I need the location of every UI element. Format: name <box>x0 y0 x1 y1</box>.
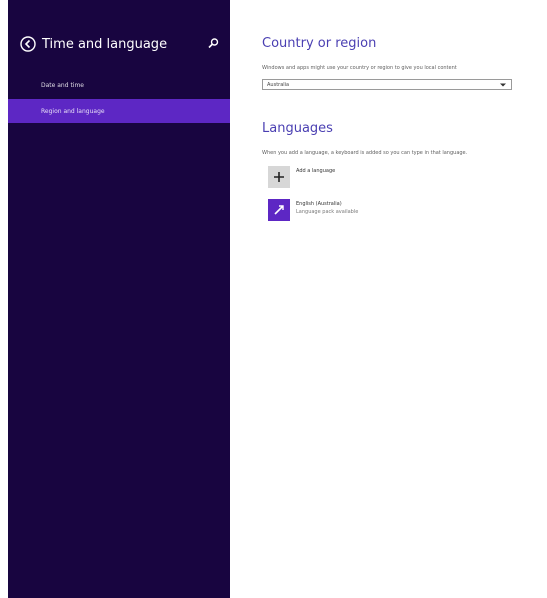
sidebar-item-label: Date and time <box>41 81 84 89</box>
chevron-down-icon <box>499 81 507 89</box>
plus-icon <box>268 166 290 188</box>
country-select-value: Australia <box>267 81 290 88</box>
language-name: English (Australia) <box>296 201 342 207</box>
settings-window: Time and language Date and time Region a… <box>0 0 547 598</box>
language-status: Language pack available <box>296 209 359 215</box>
search-icon[interactable] <box>206 36 220 50</box>
sidebar-item-label: Region and language <box>41 107 105 115</box>
country-region-description: Windows and apps might use your country … <box>262 65 457 71</box>
country-select[interactable]: Australia <box>262 79 512 90</box>
sidebar-item-date-and-time[interactable]: Date and time <box>8 73 230 97</box>
language-item-text: English (Australia) Language pack availa… <box>296 201 358 215</box>
add-language-text: Add a language <box>296 168 335 174</box>
back-icon[interactable] <box>20 36 36 52</box>
country-region-heading: Country or region <box>262 36 377 51</box>
sidebar: Time and language Date and time Region a… <box>8 0 230 598</box>
language-icon <box>268 199 290 221</box>
add-language-button[interactable]: Add a language <box>268 166 335 188</box>
languages-description: When you add a language, a keyboard is a… <box>262 150 468 156</box>
add-language-label: Add a language <box>296 168 336 174</box>
languages-heading: Languages <box>262 121 333 136</box>
language-item-english-australia[interactable]: English (Australia) Language pack availa… <box>268 199 358 221</box>
sidebar-header: Time and language <box>20 34 220 54</box>
sidebar-title: Time and language <box>42 36 168 52</box>
sidebar-item-region-and-language[interactable]: Region and language <box>8 99 230 123</box>
